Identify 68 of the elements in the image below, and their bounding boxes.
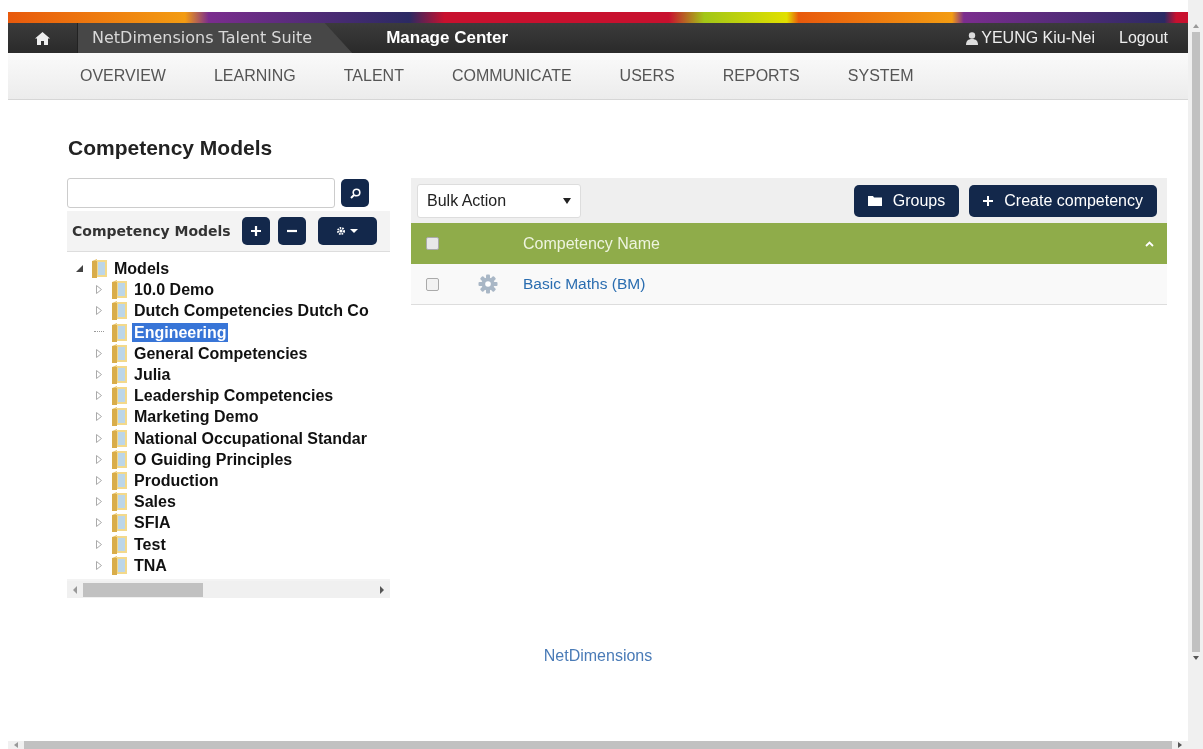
folder-icon	[867, 195, 882, 206]
caret-icon	[563, 197, 571, 204]
vertical-scrollbar[interactable]	[1188, 0, 1203, 749]
horizontal-scrollbar[interactable]	[8, 741, 1188, 749]
scroll-up-icon[interactable]	[1191, 22, 1200, 30]
folder-icon	[110, 365, 128, 385]
search-button[interactable]	[341, 179, 369, 207]
remove-button[interactable]	[277, 217, 306, 245]
folder-icon	[110, 322, 128, 342]
nav-tab[interactable]: OVERVIEW	[80, 67, 166, 85]
search-icon	[349, 187, 361, 199]
user-name-link[interactable]: YEUNG Kiu-Nei	[981, 29, 1096, 47]
tree-item[interactable]: Sales	[132, 492, 178, 512]
logout-link[interactable]: Logout	[1119, 29, 1168, 47]
nav-tab[interactable]: REPORTS	[722, 67, 800, 85]
nav-tab[interactable]: COMMUNICATE	[451, 67, 572, 85]
folder-icon	[110, 343, 128, 363]
footer-link[interactable]: NetDimensions	[543, 646, 653, 665]
page-title: Competency Models	[68, 136, 274, 161]
tree-item[interactable]: O Guiding Principles	[132, 449, 295, 469]
select-all-checkbox[interactable]	[425, 237, 439, 250]
tree-item[interactable]: Julia	[132, 365, 173, 385]
tree-item[interactable]: SFIA	[132, 513, 173, 533]
panel-title: Competency Models	[72, 223, 231, 239]
folder-icon	[110, 301, 128, 321]
app-title[interactable]: NetDimensions Talent Suite	[78, 23, 353, 53]
folder-icon	[110, 470, 128, 490]
nav-tab[interactable]: LEARNING	[213, 67, 296, 85]
settings-dropdown-button[interactable]	[317, 217, 377, 245]
tree-item[interactable]: General Competencies	[132, 343, 310, 363]
nav-tab[interactable]: TALENT	[343, 67, 404, 85]
plus-icon	[250, 226, 261, 236]
competency-link[interactable]: Basic Maths (BM)	[523, 275, 646, 293]
scroll-down-icon[interactable]	[1191, 654, 1200, 662]
tree-item[interactable]: Engineering	[132, 322, 229, 342]
plus-icon	[983, 195, 994, 206]
nav-tab[interactable]: USERS	[619, 67, 675, 85]
folder-icon	[110, 386, 128, 406]
folder-icon	[110, 534, 128, 554]
settings-icon[interactable]	[478, 274, 498, 294]
section-title: Manage Center	[386, 28, 508, 48]
folder-icon	[110, 407, 128, 427]
folder-icon	[110, 280, 128, 300]
search-field[interactable]	[67, 178, 335, 208]
tree-item[interactable]: Leadership Competencies	[132, 386, 336, 406]
sort-icon[interactable]	[1145, 240, 1154, 247]
folder-icon	[110, 555, 128, 575]
tree-item[interactable]: Production	[132, 470, 221, 490]
row-checkbox[interactable]	[425, 277, 439, 291]
folder-icon	[90, 259, 108, 279]
folder-icon	[110, 449, 128, 469]
tree-item[interactable]: Marketing Demo	[132, 407, 261, 427]
tree-item[interactable]: Dutch Competencies Dutch Co	[132, 301, 371, 321]
folder-icon	[110, 492, 128, 512]
tree-item[interactable]: Models	[112, 259, 172, 279]
gear-caret-icon	[336, 226, 359, 236]
folder-icon	[110, 513, 128, 533]
tree-item[interactable]: National Occupational Standar	[132, 428, 369, 448]
bulk-action-dropdown[interactable]: Bulk Action	[417, 183, 581, 218]
tree-item[interactable]: 10.0 Demo	[132, 280, 217, 300]
user-icon	[966, 31, 979, 45]
folder-icon	[110, 428, 128, 448]
groups-button[interactable]: Groups	[853, 184, 960, 217]
add-button[interactable]	[241, 217, 270, 245]
create-competency-button[interactable]: Create competency	[969, 184, 1157, 217]
tree-item[interactable]: Test	[132, 534, 168, 554]
tree-item[interactable]: TNA	[132, 555, 169, 575]
nav-tab[interactable]: SYSTEM	[847, 67, 914, 85]
